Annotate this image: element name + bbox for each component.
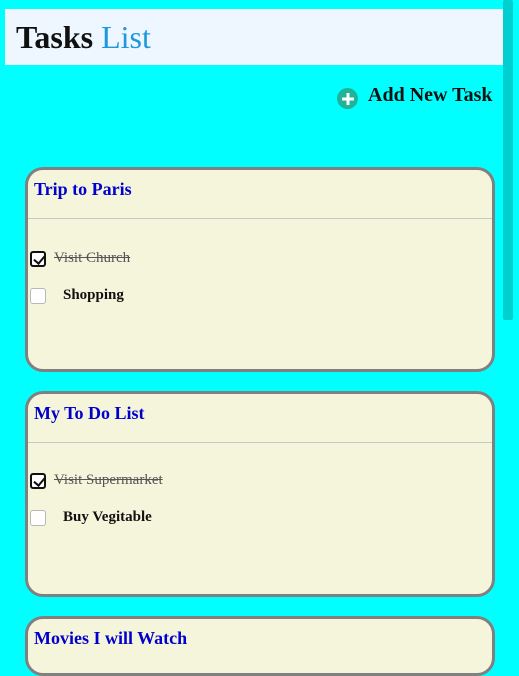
task-label: Visit Church (54, 250, 131, 266)
add-new-task-label[interactable]: Add New Task (368, 84, 493, 107)
task-label: Shopping (63, 287, 124, 303)
task-label: Visit Supermarket (54, 472, 163, 488)
task-checkbox[interactable] (30, 287, 46, 304)
card-title: My To Do List (34, 403, 145, 423)
task-label: Buy Vegitable (63, 509, 152, 525)
task-checkbox[interactable] (30, 509, 46, 526)
card-title: Trip to Paris (34, 179, 132, 199)
title-part-tasks: Tasks (16, 19, 94, 55)
app-header: Tasks List (5, 9, 509, 65)
card-title: Movies I will Watch (34, 628, 188, 648)
task-item: Shopping (30, 287, 124, 304)
task-item: Visit Supermarket (30, 472, 163, 489)
card-divider (28, 218, 492, 219)
task-list-card: Trip to Paris Visit Church Shopping (25, 167, 495, 372)
scrollbar[interactable] (503, 0, 513, 320)
task-list-card: My To Do List Visit Supermarket Buy Vegi… (25, 391, 495, 597)
card-divider (28, 442, 492, 443)
task-item: Buy Vegitable (30, 509, 152, 526)
plus-circle-icon[interactable] (337, 88, 358, 109)
add-new-task-button[interactable]: Add New Task (337, 82, 493, 109)
task-item: Visit Church (30, 250, 130, 267)
title-part-list: List (101, 19, 151, 55)
page-title: Tasks List (16, 18, 151, 56)
task-checkbox[interactable] (30, 472, 46, 489)
task-checkbox[interactable] (30, 250, 46, 267)
task-list-card: Movies I will Watch (25, 616, 495, 676)
